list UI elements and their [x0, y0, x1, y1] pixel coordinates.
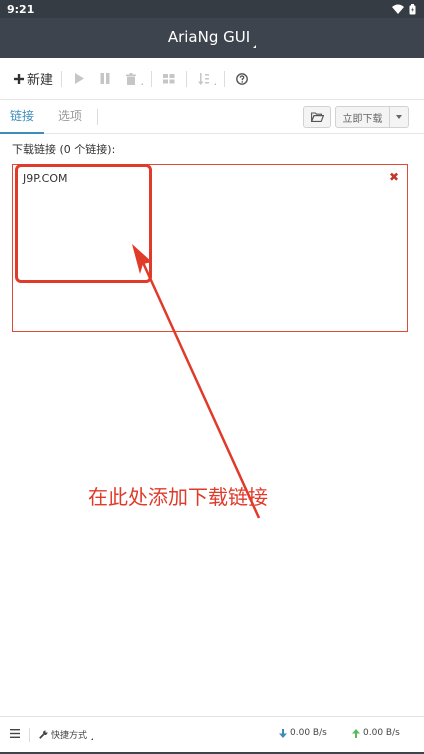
sort-icon: [198, 72, 210, 85]
toolbar-divider: [186, 70, 188, 87]
toolbar-divider: [151, 70, 153, 87]
select-all-button[interactable]: [160, 67, 178, 91]
play-icon: [75, 73, 85, 84]
upload-speed: 0.00 B/s: [352, 728, 400, 738]
menu-icon[interactable]: [10, 729, 20, 741]
open-torrent-button[interactable]: [303, 106, 331, 128]
upload-speed-value: 0.00 B/s: [363, 728, 400, 738]
footer-bar: 快捷方式 0.00 B/s 0.00 B/s: [0, 716, 424, 752]
footer-divider: [29, 728, 30, 742]
trash-icon: [126, 72, 137, 85]
wrench-icon: [39, 730, 48, 739]
delete-caret-icon: [141, 82, 144, 85]
start-button[interactable]: [70, 67, 88, 91]
status-icons: [392, 3, 416, 15]
start-download-button[interactable]: 立即下载: [335, 106, 390, 128]
download-links-input[interactable]: [12, 164, 408, 332]
tab-links[interactable]: 链接: [0, 100, 44, 134]
pause-icon: [100, 73, 110, 84]
title-caret-icon: [253, 45, 257, 48]
battery-icon: [409, 3, 416, 14]
toolbar-divider: [224, 70, 226, 87]
pause-button[interactable]: [96, 67, 114, 91]
plus-icon: [14, 73, 24, 84]
annotation-text: 在此处添加下载链接: [88, 485, 268, 509]
download-options-dropdown[interactable]: [389, 106, 409, 128]
sort-caret-icon: [214, 82, 217, 85]
tab-divider: [97, 109, 98, 125]
delete-button[interactable]: [122, 67, 144, 91]
toolbar: 新建: [0, 58, 424, 100]
arrow-up-icon: [352, 728, 360, 738]
download-speed: 0.00 B/s: [279, 728, 327, 738]
arrow-down-icon: [279, 728, 287, 738]
help-button[interactable]: [233, 67, 251, 91]
help-icon: [236, 72, 248, 85]
tab-options[interactable]: 选项: [48, 100, 92, 134]
sort-button[interactable]: [195, 67, 217, 91]
shortcut-button[interactable]: 快捷方式: [39, 728, 94, 741]
new-task-button[interactable]: 新建: [14, 67, 53, 91]
shortcut-label: 快捷方式: [51, 731, 88, 741]
close-icon[interactable]: ✖: [388, 170, 400, 184]
status-bar: 9:21: [0, 0, 424, 18]
toolbar-divider: [61, 70, 63, 87]
app-bar: AriaNg GUI: [0, 18, 424, 58]
links-label: 下载链接 (0 个链接):: [12, 143, 116, 156]
app-title[interactable]: AriaNg GUI: [168, 28, 257, 48]
grid-icon: [163, 73, 175, 83]
download-speed-value: 0.00 B/s: [290, 728, 327, 738]
new-task-label: 新建: [27, 73, 54, 88]
chevron-down-icon: [396, 115, 402, 119]
wifi-icon: [392, 4, 404, 14]
status-time: 9:21: [7, 2, 35, 16]
folder-open-icon: [310, 112, 324, 122]
shortcut-caret-icon: [91, 737, 94, 740]
